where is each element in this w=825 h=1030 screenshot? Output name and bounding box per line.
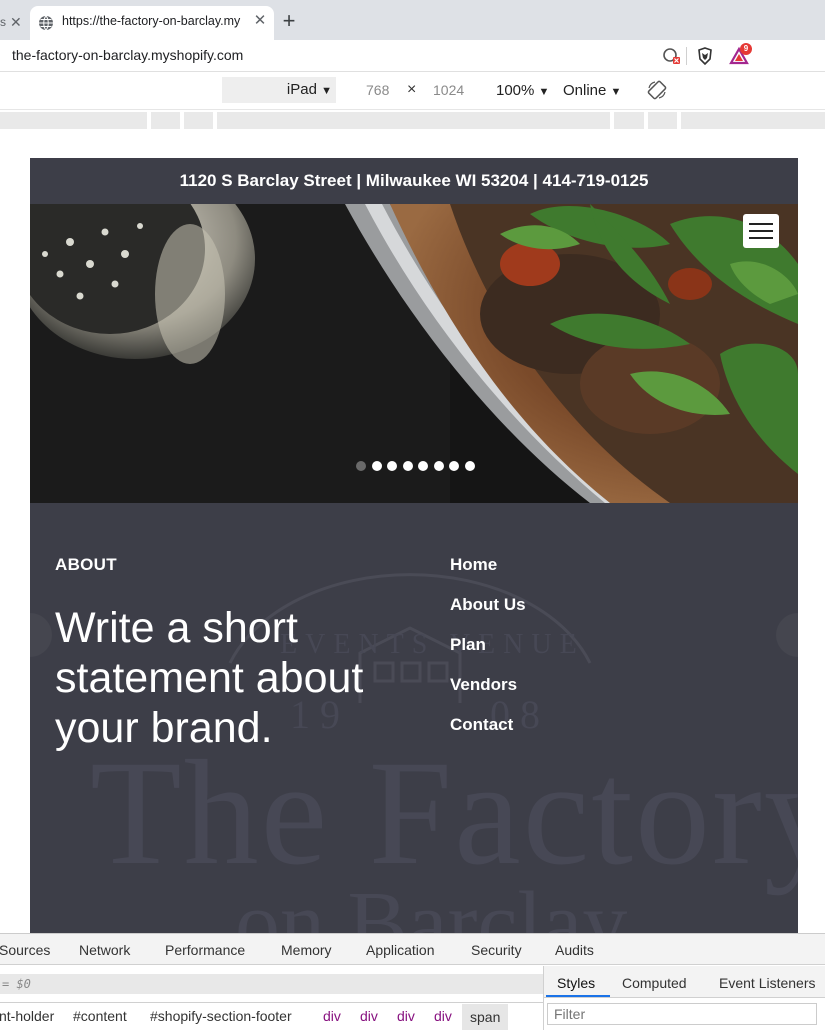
slide-dot[interactable] xyxy=(418,461,428,471)
site-footer: EVENTS VENUE 1 9 0 8 The Factory on Barc… xyxy=(30,503,798,933)
menu-button[interactable] xyxy=(743,214,779,248)
media-query-segment[interactable] xyxy=(151,112,180,129)
new-tab-button[interactable]: + xyxy=(279,9,299,33)
zoom-select-value: 100% xyxy=(496,82,535,99)
media-query-segment[interactable] xyxy=(614,112,644,129)
svg-text:on Barclay: on Barclay xyxy=(235,874,627,933)
slide-dot[interactable] xyxy=(371,461,382,471)
previous-tab[interactable]: s ✕ xyxy=(0,8,28,40)
media-query-ruler[interactable] xyxy=(0,110,825,130)
tab-security[interactable]: Security xyxy=(471,942,522,958)
media-query-segment[interactable] xyxy=(648,112,677,129)
breadcrumb-item[interactable]: div xyxy=(323,1008,341,1024)
breadcrumb-item[interactable]: nt-holder xyxy=(0,1008,54,1024)
footer-about-heading: ABOUT xyxy=(55,555,117,574)
url-field[interactable]: the-factory-on-barclay.myshopify.com xyxy=(12,47,243,63)
footer-link-home[interactable]: Home xyxy=(450,555,526,595)
browser-tab-strip: s ✕ https://the-factory-on-barclay.my ✕ … xyxy=(0,0,825,40)
footer-about-text: Write a short statement about your brand… xyxy=(55,604,364,752)
device-select-value: iPad xyxy=(286,81,317,98)
footer-link-plan[interactable]: Plan xyxy=(450,635,526,675)
previous-tab-close-icon[interactable]: ✕ xyxy=(10,8,22,36)
network-throttle-select[interactable]: Online ▼ xyxy=(563,82,621,99)
media-query-segment[interactable] xyxy=(0,112,147,129)
previous-tab-label: s xyxy=(0,15,6,29)
breadcrumb-item[interactable]: #shopify-section-footer xyxy=(150,1008,292,1024)
rewards-badge: 9 xyxy=(740,43,752,55)
footer-link-vendors[interactable]: Vendors xyxy=(450,675,526,715)
dom-breadcrumbs: nt-holder #content #shopify-section-foot… xyxy=(0,1002,543,1030)
slide-dot[interactable] xyxy=(449,461,459,471)
rotate-icon[interactable] xyxy=(647,80,667,100)
hamburger-line xyxy=(749,230,773,232)
tab-network[interactable]: Network xyxy=(79,942,130,958)
devtools-tab-bar: Sources Network Performance Memory Appli… xyxy=(0,934,825,965)
pizza-photo xyxy=(30,204,798,503)
address-bar: the-factory-on-barclay.myshopify.com 9 xyxy=(0,40,825,72)
active-tab[interactable]: https://the-factory-on-barclay.my ✕ xyxy=(30,6,274,40)
svg-text:The Factory: The Factory xyxy=(90,730,798,896)
announcement-bar: 1120 S Barclay Street | Milwaukee WI 532… xyxy=(30,158,798,204)
media-query-segment[interactable] xyxy=(184,112,213,129)
tab-application[interactable]: Application xyxy=(366,942,435,958)
chevron-down-icon: ▼ xyxy=(538,86,550,98)
styles-filter xyxy=(543,998,825,1030)
breadcrumb-item[interactable]: #content xyxy=(73,1008,127,1024)
viewport-width-input[interactable]: 768 xyxy=(366,82,389,98)
footer-link-contact[interactable]: Contact xyxy=(450,715,526,755)
active-tab-title: https://the-factory-on-barclay.my xyxy=(62,14,241,28)
chevron-down-icon: ▼ xyxy=(610,86,622,98)
active-tab-indicator xyxy=(546,995,610,997)
tab-performance[interactable]: Performance xyxy=(165,942,245,958)
device-select[interactable]: iPad ▼ xyxy=(222,77,336,103)
tab-close-icon[interactable]: ✕ xyxy=(252,12,268,30)
zoom-select[interactable]: 100% ▼ xyxy=(496,82,549,99)
media-query-segment[interactable] xyxy=(681,112,825,129)
tab-memory[interactable]: Memory xyxy=(281,942,332,958)
hero-slideshow[interactable] xyxy=(30,204,798,503)
media-query-segment[interactable] xyxy=(217,112,610,129)
tab-audits[interactable]: Audits xyxy=(555,942,594,958)
website-preview: 1120 S Barclay Street | Milwaukee WI 532… xyxy=(30,158,798,933)
devtools-panel: Sources Network Performance Memory Appli… xyxy=(0,933,825,1030)
tab-event-listeners[interactable]: Event Listeners xyxy=(719,975,816,991)
footer-link-about-us[interactable]: About Us xyxy=(450,595,526,635)
styles-filter-input[interactable] xyxy=(547,1003,817,1025)
slide-dot[interactable] xyxy=(464,461,475,471)
dimension-separator: × xyxy=(407,81,417,98)
brave-shield-icon[interactable] xyxy=(695,46,715,66)
blocked-popup-icon[interactable] xyxy=(661,46,681,66)
slide-dot[interactable] xyxy=(402,461,413,471)
breadcrumb-item[interactable]: div xyxy=(397,1008,415,1024)
chevron-down-icon: ▼ xyxy=(321,85,332,97)
viewport-height-input[interactable]: 1024 xyxy=(433,82,464,98)
tab-computed[interactable]: Computed xyxy=(622,975,687,991)
selected-node-indicator: = $0 xyxy=(0,974,543,994)
device-toolbar: iPad ▼ 768 × 1024 100% ▼ Online ▼ xyxy=(0,72,825,110)
footer-nav: Home About Us Plan Vendors Contact xyxy=(450,555,526,755)
hamburger-line xyxy=(749,237,773,239)
tab-styles[interactable]: Styles xyxy=(557,975,595,991)
hamburger-line xyxy=(749,223,773,225)
slide-dot[interactable] xyxy=(387,461,397,471)
slide-dot[interactable] xyxy=(433,461,444,471)
brave-rewards-button[interactable]: 9 xyxy=(729,43,752,66)
styles-sidebar-tabs: Styles Computed Event Listeners xyxy=(543,966,825,998)
breadcrumb-item-selected[interactable]: span xyxy=(462,1004,509,1030)
globe-icon xyxy=(39,15,53,31)
device-viewport: 1120 S Barclay Street | Milwaukee WI 532… xyxy=(0,130,825,933)
network-select-value: Online xyxy=(563,82,607,99)
breadcrumb-item[interactable]: div xyxy=(360,1008,378,1024)
toolbar-separator xyxy=(686,47,687,65)
tab-sources[interactable]: Sources xyxy=(0,942,50,958)
breadcrumb-item[interactable]: div xyxy=(434,1008,452,1024)
slide-dot[interactable] xyxy=(356,461,366,471)
